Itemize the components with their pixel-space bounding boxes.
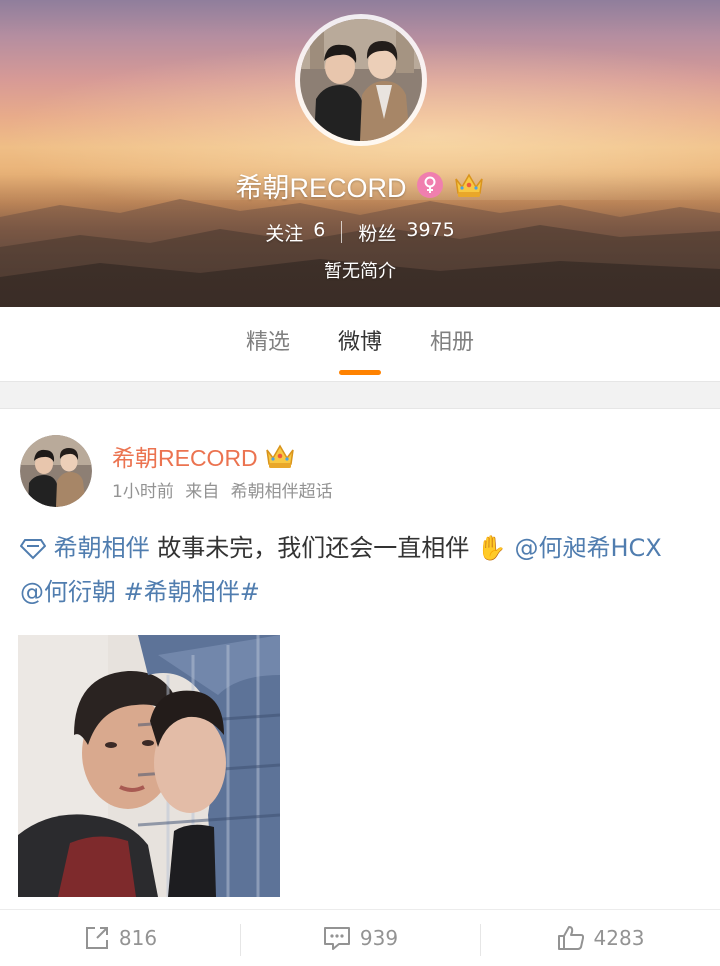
- hand-emoji: ✋: [476, 534, 507, 562]
- post-author-avatar[interactable]: [20, 435, 92, 507]
- following-label: 关注: [265, 222, 304, 245]
- weibo-post[interactable]: 希朝RECORD 1小时前 来自 希朝相伴超话 希朝相伴 故事未完，我们还会一直…: [0, 409, 720, 966]
- active-tab-indicator: [338, 370, 381, 375]
- post-meta: 1小时前 来自 希朝相伴超话: [112, 477, 339, 502]
- supertopic-link[interactable]: 希朝相伴: [54, 534, 150, 562]
- tab-album[interactable]: 相册: [430, 307, 474, 381]
- post-author-name[interactable]: 希朝RECORD: [112, 439, 258, 473]
- thumbs-up-icon: [557, 926, 584, 950]
- post-image[interactable]: [18, 635, 280, 897]
- repost-icon: [85, 927, 108, 949]
- comment-button[interactable]: 939: [240, 910, 480, 966]
- post-photo-content: [18, 635, 280, 897]
- profile-stats: 关注 6 粉丝 3975: [0, 217, 720, 247]
- comment-icon: [323, 927, 350, 950]
- tab-weibo[interactable]: 微博: [338, 307, 382, 381]
- mention-link-1[interactable]: @何昶希HCX: [514, 534, 661, 562]
- followers-label: 粉丝: [358, 222, 397, 245]
- repost-count: 816: [118, 926, 158, 950]
- tab-album-label: 相册: [430, 330, 475, 355]
- crown-icon: [265, 444, 294, 468]
- section-divider: [0, 381, 720, 409]
- post-source-prefix: 来自: [185, 482, 220, 502]
- profile-name-row: 希朝RECORD: [0, 165, 720, 205]
- avatar-photo: [300, 19, 422, 141]
- like-button[interactable]: 4283: [480, 910, 720, 966]
- post-action-bar: 816 939 4283: [0, 909, 720, 966]
- post-time: 1小时前: [112, 482, 174, 502]
- hashtag-link[interactable]: #希朝相伴#: [124, 578, 260, 606]
- crown-icon[interactable]: [453, 171, 485, 199]
- post-source[interactable]: 希朝相伴超话: [231, 482, 333, 502]
- profile-name: 希朝RECORD: [235, 172, 407, 203]
- repost-button[interactable]: 816: [0, 910, 240, 966]
- followers-stat[interactable]: 粉丝 3975: [342, 219, 470, 246]
- profile-bio: 暂无简介: [324, 261, 396, 282]
- tab-featured-label: 精选: [245, 330, 290, 355]
- followers-count: 3975: [406, 218, 455, 241]
- post-text: 故事未完，我们还会一直相伴: [157, 534, 470, 562]
- tab-weibo-label: 微博: [337, 330, 382, 355]
- post-body: 希朝相伴 故事未完，我们还会一直相伴 ✋ @何昶希HCX @何衍朝 #希朝相伴#: [20, 526, 692, 614]
- following-stat[interactable]: 关注 6: [249, 219, 341, 246]
- like-count: 4283: [593, 926, 645, 950]
- profile-avatar[interactable]: [295, 14, 427, 146]
- supertopic-diamond-icon: [20, 539, 46, 560]
- post-author-row: 希朝RECORD: [112, 439, 296, 473]
- tab-featured[interactable]: 精选: [246, 307, 290, 381]
- profile-tabs: 精选 微博 相册: [0, 307, 720, 381]
- author-avatar-photo: [20, 435, 92, 507]
- following-count: 6: [313, 218, 326, 241]
- mention-link-2[interactable]: @何衍朝: [20, 578, 116, 606]
- comment-count: 939: [359, 926, 399, 950]
- female-icon: [416, 172, 443, 198]
